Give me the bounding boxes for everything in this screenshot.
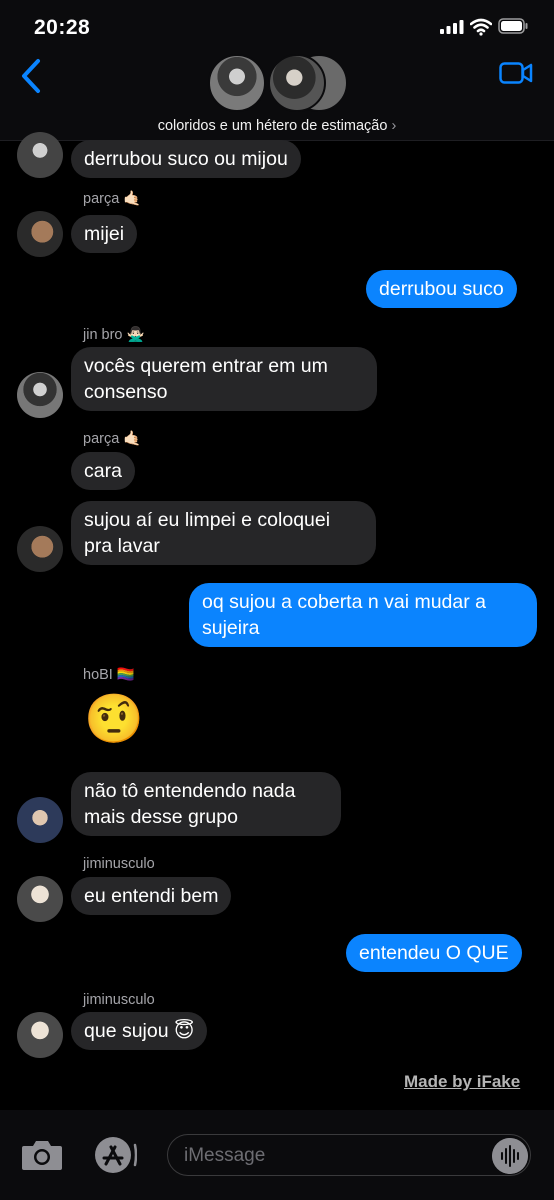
avatar[interactable]: [17, 132, 63, 178]
watermark: Made by iFake: [404, 1072, 521, 1091]
message-bubble[interactable]: oq sujou a coberta n vai mudar a sujeira: [189, 583, 537, 647]
message-bubble[interactable]: eu entendi bem: [71, 877, 232, 915]
sender-name: jin bro 🙅🏻‍♂️: [83, 327, 145, 343]
sender-name: parça 🤙🏻: [83, 191, 142, 207]
sender-name: parça 🤙🏻: [83, 431, 142, 447]
group-avatar-1: [208, 54, 266, 112]
emoji-message[interactable]: 🤨: [84, 690, 144, 747]
back-chevron-icon[interactable]: [20, 58, 42, 94]
message-bubble[interactable]: mijei: [71, 215, 138, 253]
message-bubble[interactable]: derrubou suco: [366, 270, 517, 308]
avatar[interactable]: [17, 526, 63, 572]
wifi-icon: [470, 18, 492, 36]
avatar[interactable]: [17, 1012, 63, 1058]
camera-icon[interactable]: [20, 1138, 64, 1172]
avatar[interactable]: [17, 797, 63, 843]
battery-icon: [498, 18, 528, 34]
sender-name: jiminusculo: [83, 856, 155, 872]
message-bubble[interactable]: vocês querem entrar em um consenso: [71, 347, 377, 411]
chevron-right-icon: ›: [391, 118, 397, 134]
sender-name: hoBI 🏳️‍🌈: [83, 667, 135, 683]
message-bubble[interactable]: entendeu O QUE: [346, 934, 522, 972]
avatar[interactable]: [17, 876, 63, 922]
group-avatar-2: [268, 54, 326, 112]
message-input-placeholder: iMessage: [184, 1145, 266, 1166]
audio-waveform-icon[interactable]: [492, 1138, 528, 1174]
sender-name: jiminusculo: [83, 992, 155, 1008]
app-store-icon[interactable]: [91, 1136, 137, 1174]
message-bubble[interactable]: cara: [71, 452, 135, 490]
avatar[interactable]: [17, 372, 63, 418]
message-bubble[interactable]: sujou aí eu limpei e coloquei pra lavar: [71, 501, 376, 565]
group-name[interactable]: coloridos e um hétero de estimação ›: [0, 118, 554, 134]
status-time: 20:28: [34, 16, 91, 39]
video-camera-icon[interactable]: [499, 62, 533, 84]
message-bubble[interactable]: que sujou 😇: [71, 1012, 208, 1050]
group-avatars[interactable]: [208, 54, 348, 112]
signal-icon: [440, 20, 464, 34]
avatar[interactable]: [17, 211, 63, 257]
message-bubble[interactable]: não tô entendendo nada mais desse grupo: [71, 772, 341, 836]
message-bubble[interactable]: derrubou suco ou mijou: [71, 140, 301, 178]
